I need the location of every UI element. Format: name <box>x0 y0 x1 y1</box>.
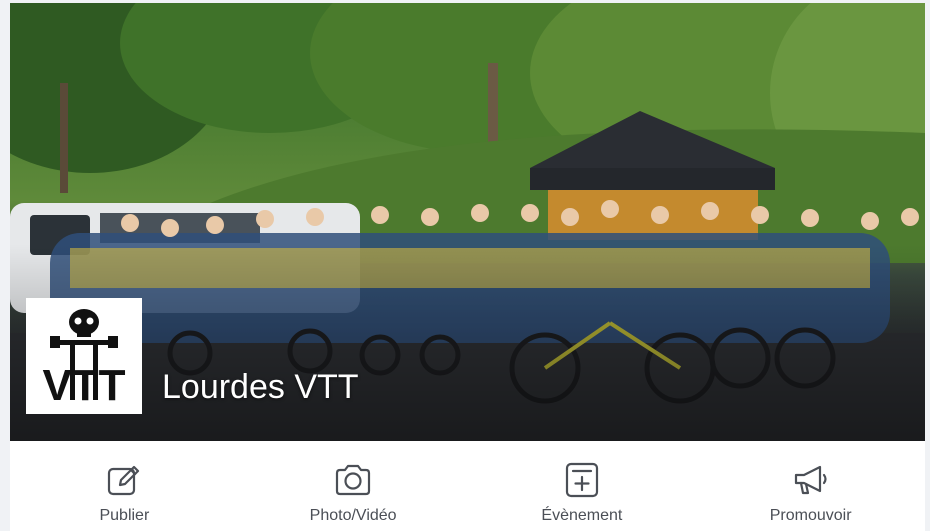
edit-icon <box>105 461 143 499</box>
event-icon <box>563 461 601 499</box>
event-button[interactable]: Évènement <box>468 441 697 531</box>
publish-button[interactable]: Publier <box>10 441 239 531</box>
promote-button[interactable]: Promouvoir <box>696 441 925 531</box>
vtt-logo-icon: VTT <box>28 300 140 412</box>
photo-video-button[interactable]: Photo/Vidéo <box>239 441 468 531</box>
megaphone-icon <box>792 461 830 499</box>
photo-video-label: Photo/Vidéo <box>309 507 397 524</box>
profile-picture[interactable]: VTT <box>26 298 142 414</box>
event-label: Évènement <box>541 507 623 524</box>
cover-gradient <box>10 3 925 441</box>
publish-label: Publier <box>99 507 150 524</box>
page-title: Lourdes VTT <box>162 368 359 406</box>
logo-text: VTT <box>42 361 125 410</box>
page-header: VTT Lourdes VTT Publier Photo/Vidéo Évèn… <box>10 3 925 531</box>
action-bar: Publier Photo/Vidéo Évènement Promouvoir <box>10 441 925 531</box>
camera-icon <box>334 461 372 499</box>
promote-label: Promouvoir <box>769 507 852 524</box>
cover-photo[interactable]: VTT Lourdes VTT <box>10 3 925 441</box>
